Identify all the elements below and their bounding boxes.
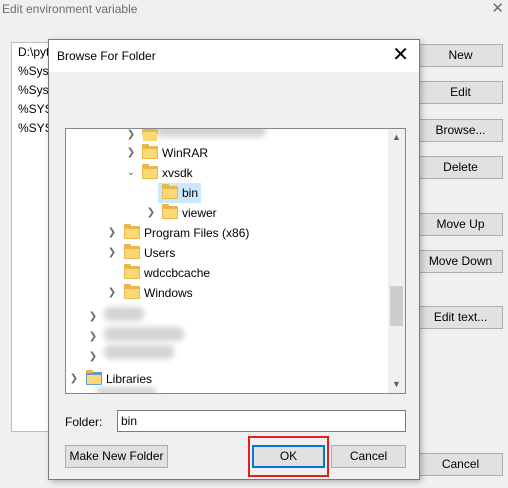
scroll-down-icon[interactable]: ▼ bbox=[388, 376, 405, 393]
chevron-right-icon[interactable]: ❯ bbox=[88, 351, 98, 362]
tree-item-program-files-x86[interactable]: ❯ Program Files (x86) bbox=[66, 223, 396, 243]
chevron-down-icon[interactable]: ⌄ bbox=[126, 163, 136, 183]
ok-highlight-box bbox=[248, 436, 329, 477]
chevron-right-icon[interactable]: ❯ bbox=[107, 243, 117, 263]
tree-item-label: xvsdk bbox=[162, 166, 193, 180]
delete-button[interactable]: Delete bbox=[418, 156, 503, 179]
folder-icon bbox=[162, 184, 178, 199]
new-button[interactable]: New bbox=[418, 44, 503, 67]
chevron-right-icon[interactable]: ❯ bbox=[126, 129, 136, 140]
folder-icon bbox=[124, 264, 140, 279]
folder-icon bbox=[142, 144, 158, 159]
tree-item-users[interactable]: ❯ Users bbox=[66, 243, 396, 263]
dialog-titlebar: Browse For Folder ✕ bbox=[49, 40, 419, 72]
tree-item-label: Windows bbox=[144, 286, 193, 300]
background-cancel-button[interactable]: Cancel bbox=[418, 453, 503, 476]
folder-icon bbox=[142, 129, 158, 141]
cancel-button[interactable]: Cancel bbox=[331, 445, 406, 468]
background-titlebar: Edit environment variable ✕ bbox=[0, 0, 508, 20]
scroll-up-icon[interactable]: ▲ bbox=[388, 129, 405, 146]
folder-icon bbox=[124, 244, 140, 259]
tree-item-label: viewer bbox=[182, 206, 217, 220]
libraries-icon bbox=[86, 370, 102, 385]
edit-text-button[interactable]: Edit text... bbox=[418, 306, 503, 329]
scroll-thumb[interactable] bbox=[390, 286, 403, 326]
tree-item-label: Libraries bbox=[106, 372, 153, 386]
chevron-right-icon[interactable]: ❯ bbox=[107, 283, 117, 303]
close-icon[interactable]: ✕ bbox=[392, 44, 409, 66]
background-window-title: Edit environment variable bbox=[2, 2, 138, 16]
move-down-button[interactable]: Move Down bbox=[418, 250, 503, 273]
tree-item-libraries[interactable]: ❯ Libraries bbox=[66, 369, 396, 389]
background-close-icon[interactable]: ✕ bbox=[491, 0, 504, 17]
vertical-scrollbar[interactable]: ▲ ▼ bbox=[388, 129, 405, 393]
tree-item-xvsdk[interactable]: ⌄ xvsdk bbox=[66, 163, 396, 183]
tree-item-label: bin bbox=[182, 186, 199, 200]
tree-item-winrar[interactable]: ❯ WinRAR bbox=[66, 143, 396, 163]
blurred-region bbox=[104, 345, 174, 359]
folder-field-label: Folder: bbox=[65, 415, 103, 429]
chevron-right-icon[interactable]: ❯ bbox=[126, 143, 136, 163]
dialog-title: Browse For Folder bbox=[57, 49, 156, 63]
tree-item-label: WinRAR bbox=[162, 146, 209, 160]
blurred-region bbox=[156, 129, 266, 137]
edit-button[interactable]: Edit bbox=[418, 81, 503, 104]
folder-icon bbox=[124, 284, 140, 299]
blurred-region bbox=[104, 307, 144, 321]
chevron-right-icon[interactable]: ❯ bbox=[88, 311, 98, 322]
chevron-right-icon[interactable]: ❯ bbox=[88, 331, 98, 342]
tree-item-label: Program Files (x86) bbox=[144, 226, 250, 240]
tree-item-viewer[interactable]: ❯ viewer bbox=[66, 203, 396, 223]
browse-for-folder-dialog: Browse For Folder ✕ ❯ ❯ WinRAR ⌄ xvsdk b… bbox=[48, 39, 420, 480]
chevron-right-icon[interactable]: ❯ bbox=[146, 203, 156, 223]
blurred-region bbox=[104, 327, 184, 341]
folder-input[interactable] bbox=[117, 410, 406, 432]
folder-icon bbox=[162, 204, 178, 219]
folder-tree[interactable]: ❯ ❯ WinRAR ⌄ xvsdk bin ❯ viewer ❯ Progra… bbox=[65, 128, 406, 394]
move-up-button[interactable]: Move Up bbox=[418, 213, 503, 236]
chevron-right-icon[interactable]: ❯ bbox=[107, 223, 117, 243]
blurred-region bbox=[96, 387, 156, 393]
tree-item-windows[interactable]: ❯ Windows bbox=[66, 283, 396, 303]
tree-item-bin[interactable]: bin bbox=[66, 183, 396, 203]
folder-icon bbox=[124, 224, 140, 239]
browse-button[interactable]: Browse... bbox=[418, 119, 503, 142]
folder-icon bbox=[142, 164, 158, 179]
tree-item-label: Users bbox=[144, 246, 176, 260]
make-new-folder-button[interactable]: Make New Folder bbox=[65, 445, 168, 468]
chevron-right-icon[interactable]: ❯ bbox=[69, 369, 79, 389]
tree-item-label: wdccbcache bbox=[144, 266, 211, 280]
tree-item-wdccbcache[interactable]: wdccbcache bbox=[66, 263, 396, 283]
